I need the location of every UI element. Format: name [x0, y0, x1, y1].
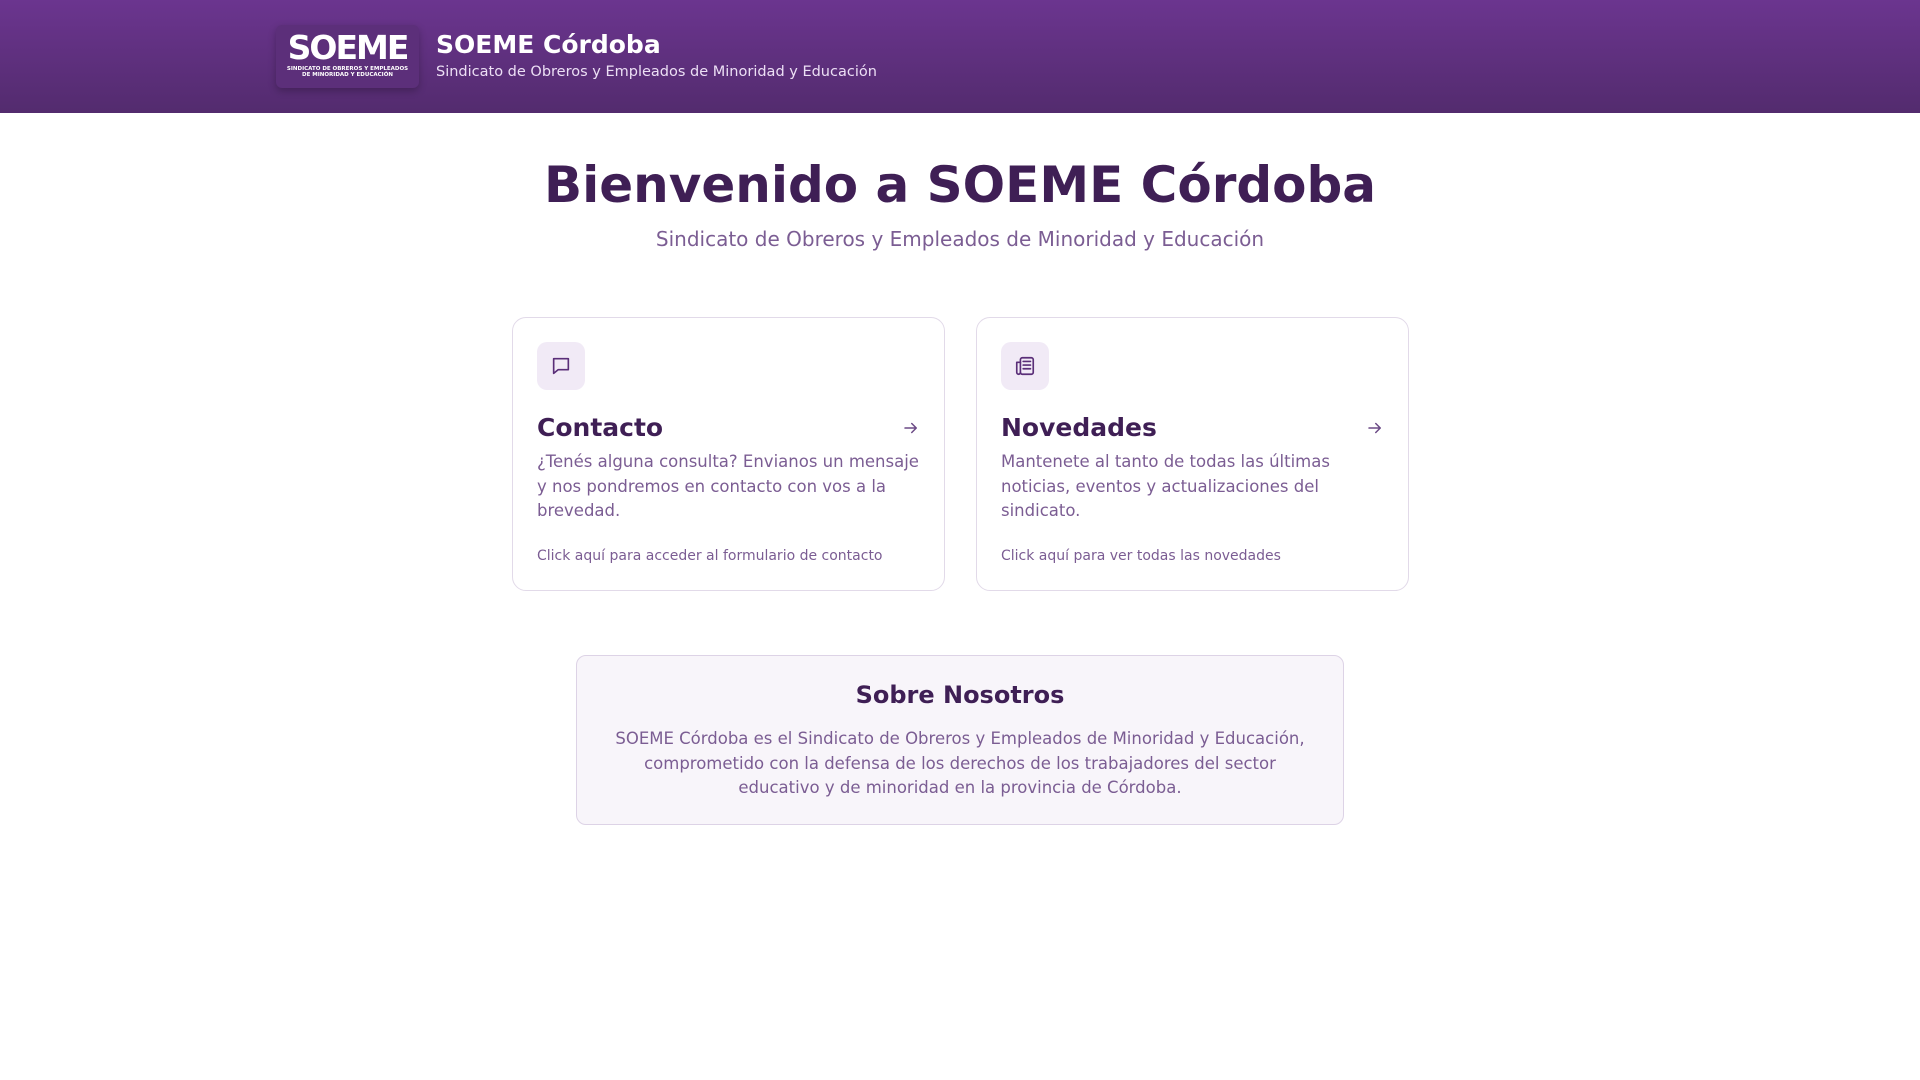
site-subtitle: Sindicato de Obreros y Empleados de Mino…: [436, 64, 877, 80]
newspaper-icon: [1001, 342, 1049, 390]
news-card-link[interactable]: Click aquí para ver todas las novedades: [1001, 547, 1281, 565]
soeme-logo[interactable]: SOEME SINDICATO DE OBREROS Y EMPLEADOS D…: [276, 25, 419, 88]
about-text: SOEME Córdoba es el Sindicato de Obreros…: [615, 729, 1305, 797]
chat-icon: [537, 342, 585, 390]
news-card[interactable]: Novedades Mantenete al tanto de todas la…: [976, 317, 1409, 591]
about-section: Sobre Nosotros SOEME Córdoba es el Sindi…: [576, 655, 1344, 825]
logo-wordmark: SOEME: [287, 28, 410, 67]
about-title: Sobre Nosotros: [855, 681, 1065, 709]
news-card-title: Novedades: [1001, 413, 1157, 442]
site-title[interactable]: SOEME Córdoba: [436, 30, 661, 60]
contact-card-title: Contacto: [537, 413, 664, 442]
hero-subtitle: Sindicato de Obreros y Empleados de Mino…: [655, 227, 1265, 251]
arrow-right-icon: [904, 422, 917, 434]
news-card-description: Mantenete al tanto de todas las últimas …: [1001, 452, 1330, 520]
contact-card-description: ¿Tenés alguna consulta? Envianos un mens…: [537, 452, 919, 520]
site-header: SOEME SINDICATO DE OBREROS Y EMPLEADOS D…: [0, 0, 1920, 113]
logo-tagline: SINDICATO DE OBREROS Y EMPLEADOS DE MINO…: [286, 66, 409, 78]
contact-card-link[interactable]: Click aquí para acceder al formulario de…: [537, 547, 883, 565]
hero-title: Bienvenido a SOEME Córdoba: [543, 156, 1377, 214]
contact-card[interactable]: Contacto ¿Tenés alguna consulta? Enviano…: [512, 317, 945, 591]
arrow-right-icon: [1368, 422, 1381, 434]
